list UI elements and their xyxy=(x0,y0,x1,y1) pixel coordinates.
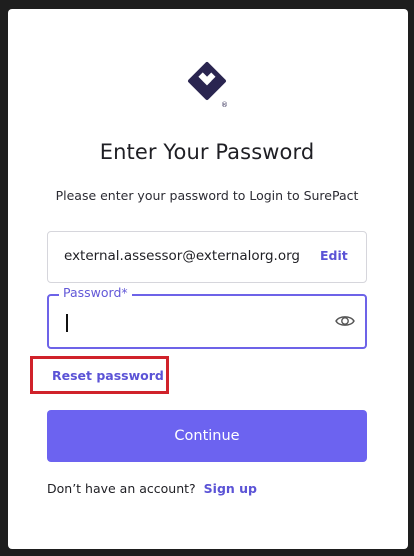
signup-link[interactable]: Sign up xyxy=(204,481,257,496)
continue-button[interactable]: Continue xyxy=(47,410,367,462)
registered-mark: ® xyxy=(221,101,228,109)
password-label: Password* xyxy=(59,285,132,300)
eye-icon[interactable] xyxy=(335,313,355,329)
text-caret xyxy=(66,314,68,332)
surepact-logo-icon: ® xyxy=(188,62,228,109)
page-subtitle: Please enter your password to Login to S… xyxy=(55,188,359,203)
password-input[interactable] xyxy=(63,308,323,336)
signup-prompt: Don’t have an account? xyxy=(47,481,196,496)
signup-row: Don’t have an account? Sign up xyxy=(47,481,257,496)
email-display-field: external.assessor@externalorg.org Edit xyxy=(47,231,367,283)
password-field[interactable]: Password* xyxy=(47,285,367,349)
email-value: external.assessor@externalorg.org xyxy=(64,248,300,264)
page-title: Enter Your Password xyxy=(99,140,315,164)
edit-email-link[interactable]: Edit xyxy=(320,248,348,263)
reset-password-link[interactable]: Reset password xyxy=(52,368,164,383)
